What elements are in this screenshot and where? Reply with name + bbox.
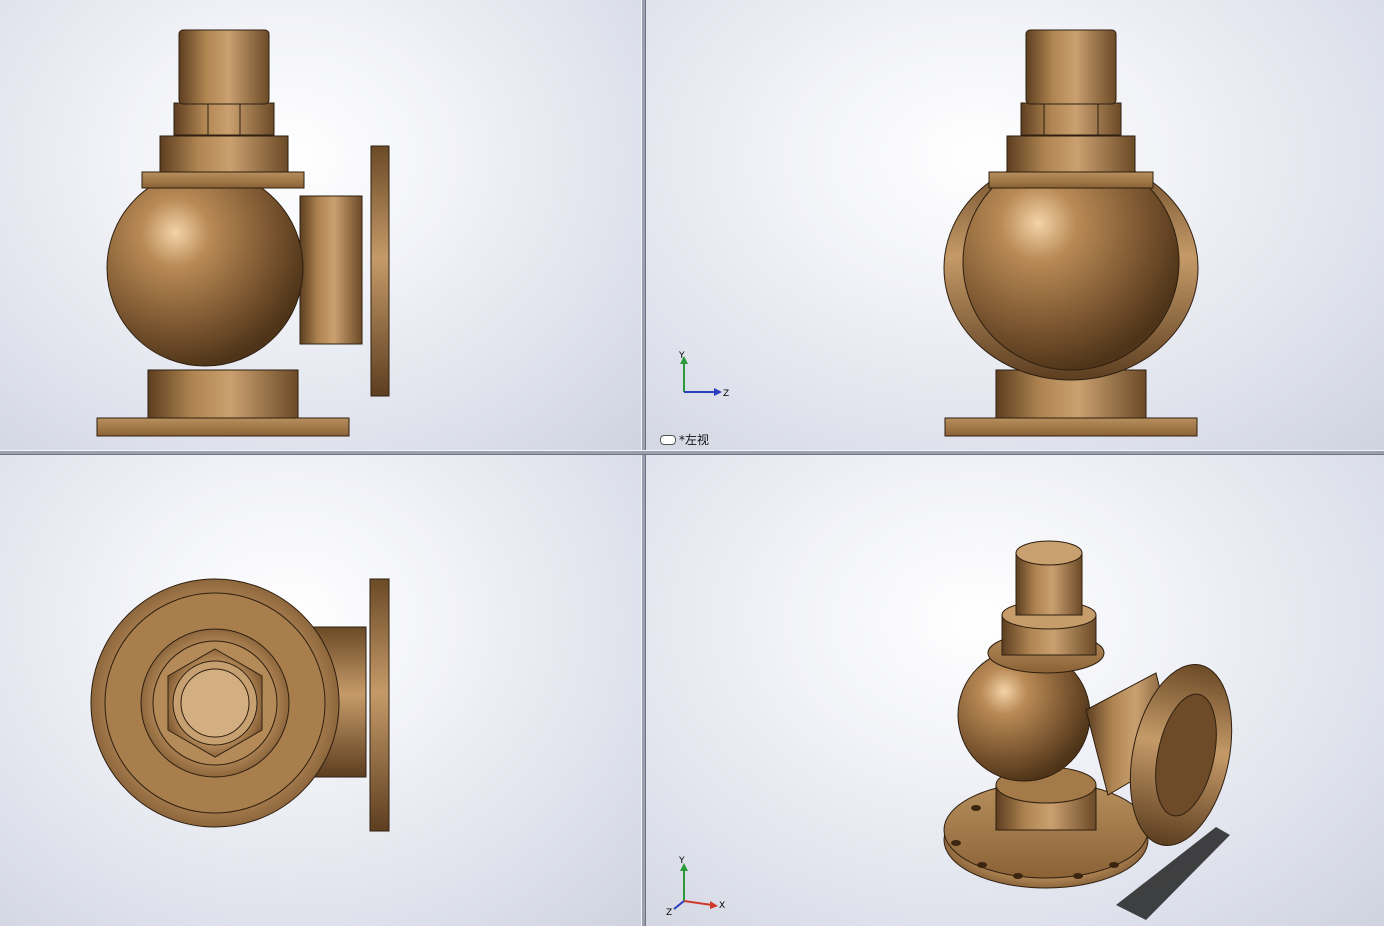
bonnet	[159, 135, 289, 173]
valve-model-left[interactable]	[646, 0, 1384, 450]
link-icon	[660, 434, 676, 445]
cap	[1025, 29, 1117, 105]
viewport-isometric[interactable]: Y X Z	[646, 455, 1384, 926]
base-flange	[944, 417, 1198, 437]
axis-x-label: X	[719, 901, 725, 911]
viewport-left[interactable]: Y Z *左视	[646, 0, 1384, 450]
cap	[178, 29, 270, 105]
viewport-top[interactable]	[0, 455, 641, 926]
viewport-front[interactable]	[0, 0, 641, 450]
hex-nut	[173, 102, 275, 136]
base-flange	[96, 417, 350, 437]
view-name-label: *左视	[660, 431, 709, 448]
viewport-splitter-vertical[interactable]	[641, 0, 646, 926]
valve-body	[106, 169, 304, 367]
bonnet	[1006, 135, 1136, 173]
side-outlet	[299, 195, 363, 345]
body-collar	[141, 171, 305, 189]
body-collar	[988, 171, 1154, 189]
side-flange	[370, 145, 390, 397]
axis-y-label: Y	[678, 351, 685, 361]
axis-y-label: Y	[678, 856, 685, 866]
axis-triad: Y Z	[678, 351, 729, 399]
base-neck	[147, 369, 299, 419]
axis-triad-iso: Y X Z	[666, 856, 725, 915]
valve-model-front[interactable]	[0, 0, 641, 450]
axis-z-label: Z	[666, 908, 672, 915]
valve-model-top[interactable]	[0, 455, 641, 926]
hex-nut	[1020, 102, 1122, 136]
valve-model-iso[interactable]	[646, 455, 1384, 926]
side-flange	[369, 578, 390, 832]
viewport-splitter-horizontal[interactable]	[0, 450, 1384, 455]
axis-z-label: Z	[723, 389, 729, 399]
